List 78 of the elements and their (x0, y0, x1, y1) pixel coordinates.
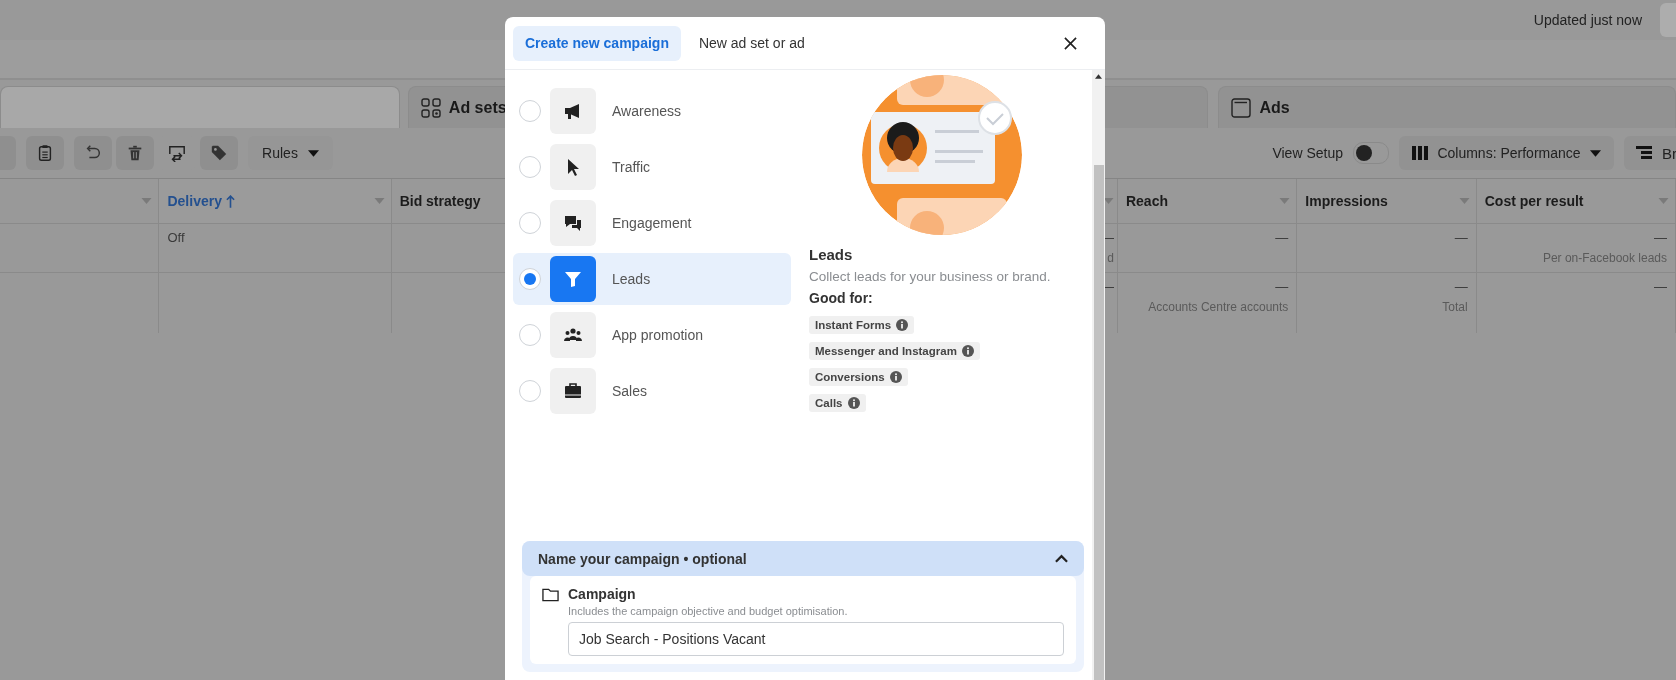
window-icon (1231, 97, 1252, 118)
objective-option[interactable]: Traffic (513, 141, 791, 193)
close-icon[interactable] (1064, 36, 1077, 50)
item-hint: Includes the campaign objective and budget optimisation. (568, 605, 849, 617)
objective-option[interactable]: Leads (513, 253, 791, 305)
toolbar-button[interactable] (200, 136, 238, 170)
table-cell: — (1654, 230, 1667, 245)
view-setup-label: View Setup (1272, 145, 1343, 161)
level-tab[interactable]: Ads (1218, 86, 1676, 128)
caret-icon (373, 198, 385, 204)
clipboard-icon (36, 144, 54, 162)
toolbar-button[interactable] (74, 136, 112, 170)
breakdown-button[interactable]: Br (1624, 136, 1676, 170)
cell-note: Per on-Facebook leads (1542, 251, 1667, 265)
scroll-up-icon[interactable] (1095, 74, 1102, 79)
campaign-name-field[interactable]: Job Search - Positions Vacant (568, 622, 1064, 656)
column-header[interactable]: Bid strategy (399, 193, 481, 209)
feature-tag: Instant Forms (809, 316, 915, 334)
table-cell: — (1654, 279, 1667, 294)
objective-option[interactable]: Awareness (513, 85, 791, 137)
update-status: Updated just now (1533, 12, 1642, 28)
cell-note: d (1107, 251, 1114, 265)
view-setup-toggle[interactable] (1353, 142, 1389, 164)
info-icon[interactable] (889, 371, 902, 383)
sort-arrow-icon (225, 194, 235, 208)
info-icon[interactable] (847, 397, 860, 409)
table-cell-text: Off (167, 230, 186, 245)
objective-option[interactable]: Engagement (513, 197, 791, 249)
radio-button[interactable] (519, 212, 541, 234)
caret-icon (307, 149, 319, 157)
table-cell: — (1454, 230, 1468, 245)
objective-option[interactable]: Sales (513, 365, 791, 417)
toolbar-button[interactable] (116, 136, 154, 170)
grid-icon (420, 97, 441, 118)
info-icon[interactable] (961, 345, 974, 357)
table-cell: — (1275, 230, 1289, 245)
trash-icon (126, 144, 144, 162)
column-header[interactable]: Impressions (1305, 193, 1388, 209)
columns-icon (1412, 146, 1429, 160)
table-cell: — (1275, 279, 1289, 294)
columns-dropdown[interactable]: Columns: Performance (1399, 136, 1614, 170)
feature-tag: Conversions (809, 368, 908, 386)
column-header[interactable]: Reach (1125, 193, 1168, 209)
funnel-icon (563, 269, 583, 289)
folder-icon (542, 586, 559, 602)
radio-button[interactable] (519, 156, 541, 178)
swap-icon (168, 144, 186, 162)
column-header[interactable]: Cost per result (1484, 193, 1584, 209)
briefcase-icon (563, 381, 583, 401)
dialog-tab[interactable]: New ad set or ad (686, 25, 817, 61)
radio-button[interactable] (519, 324, 541, 346)
radio-button[interactable] (519, 100, 541, 122)
dialog-tab[interactable]: Create new campaign (513, 25, 681, 61)
caret-icon (141, 198, 153, 204)
objective-option[interactable]: App promotion (513, 309, 791, 361)
caret-icon (1102, 198, 1114, 204)
feature-tag: Calls (809, 394, 866, 412)
cell-note: Total (1442, 300, 1468, 314)
cell-note: Accounts Centre accounts (1148, 300, 1289, 314)
table-cell: — (1454, 279, 1468, 294)
caret-icon (1279, 198, 1291, 204)
objective-title: Leads (809, 246, 854, 263)
radio-button[interactable] (519, 380, 541, 402)
good-for-label: Good for: (809, 290, 874, 306)
toolbar-button[interactable] (26, 136, 64, 170)
objective-description: Collect leads for your business or brand. (809, 269, 1052, 284)
breakdown-icon (1636, 146, 1652, 160)
caret-icon (1589, 149, 1601, 157)
accordion-header[interactable]: Name your campaign • optional (522, 541, 1084, 576)
scrollbar[interactable] (1092, 70, 1105, 680)
chat-icon (563, 213, 583, 233)
caret-icon (1458, 198, 1470, 204)
info-icon[interactable] (896, 319, 909, 331)
tag-icon (210, 144, 228, 162)
item-title: Campaign (568, 586, 636, 602)
caret-icon (1658, 198, 1669, 204)
radio-button[interactable] (519, 268, 541, 290)
feature-tag: Messenger and Instagram (809, 342, 980, 360)
